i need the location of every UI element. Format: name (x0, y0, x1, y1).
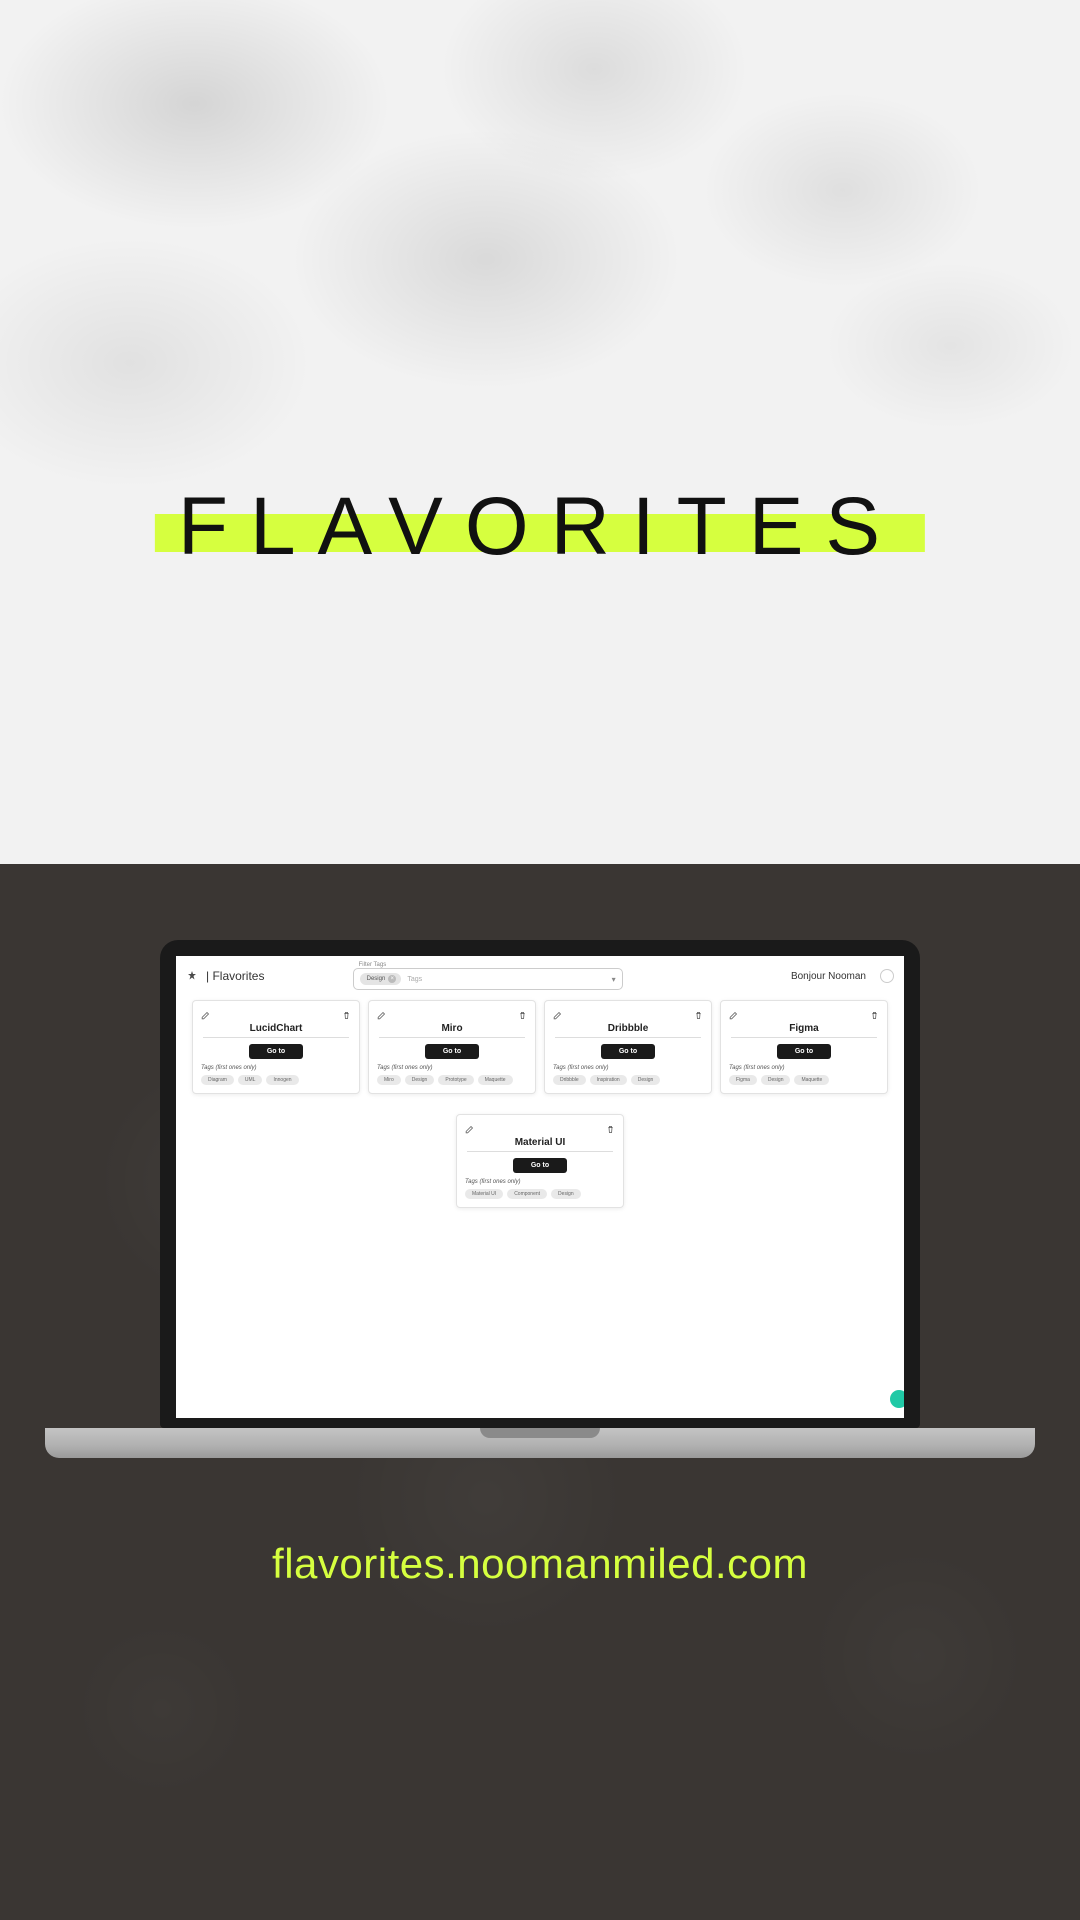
tag-row: Material UI Component Design (465, 1189, 615, 1199)
greeting-text: Bonjour Nooman (791, 971, 866, 982)
trash-icon[interactable] (870, 1007, 879, 1016)
tag[interactable]: Innogen (266, 1075, 298, 1085)
filter-chip[interactable]: Design × (360, 973, 402, 985)
edit-icon[interactable] (729, 1007, 738, 1016)
tags-label: Tags (first ones only) (553, 1065, 703, 1071)
avatar[interactable] (880, 969, 894, 983)
card-dribbble: Dribbble Go to Tags (first ones only) Dr… (544, 1000, 712, 1094)
hero-title: FLAVORITES (178, 480, 902, 574)
app-brand: | Flavorites (206, 969, 264, 983)
trash-icon[interactable] (342, 1007, 351, 1016)
tag[interactable]: UML (238, 1075, 263, 1085)
hero-title-wrap: FLAVORITES (178, 480, 902, 574)
tag-row: Figma Design Maquette (729, 1075, 879, 1085)
trash-icon[interactable] (606, 1121, 615, 1130)
trash-icon[interactable] (694, 1007, 703, 1016)
card-title: Figma (729, 1023, 879, 1034)
filter-placeholder: Tags (407, 976, 605, 983)
card-material-ui: Material UI Go to Tags (first ones only)… (456, 1114, 624, 1208)
filter-wrap: Filter Tags Design × Tags ▾ (353, 962, 623, 990)
tag-row: Miro Design Prototype Maquette (377, 1075, 527, 1085)
card-title: Material UI (465, 1137, 615, 1148)
filter-chip-label: Design (367, 976, 386, 982)
card-miro: Miro Go to Tags (first ones only) Miro D… (368, 1000, 536, 1094)
divider (379, 1037, 525, 1038)
trash-icon[interactable] (518, 1007, 527, 1016)
laptop-screen: | Flavorites Filter Tags Design × Tags ▾… (176, 956, 904, 1418)
go-to-button[interactable]: Go to (513, 1158, 567, 1173)
laptop-mockup: | Flavorites Filter Tags Design × Tags ▾… (45, 940, 1035, 1458)
tag[interactable]: Diagram (201, 1075, 234, 1085)
card-title: Miro (377, 1023, 527, 1034)
tags-label: Tags (first ones only) (377, 1065, 527, 1071)
go-to-button[interactable]: Go to (249, 1044, 303, 1059)
tag[interactable]: Maquette (794, 1075, 829, 1085)
edit-icon[interactable] (553, 1007, 562, 1016)
cards-row-2: Material UI Go to Tags (first ones only)… (182, 1114, 898, 1208)
edit-icon[interactable] (377, 1007, 386, 1016)
cards-area: LucidChart Go to Tags (first ones only) … (176, 992, 904, 1208)
go-to-button[interactable]: Go to (425, 1044, 479, 1059)
tag[interactable]: Component (507, 1189, 547, 1199)
tags-label: Tags (first ones only) (729, 1065, 879, 1071)
tag[interactable]: Inspiration (590, 1075, 627, 1085)
add-fab[interactable] (890, 1390, 904, 1408)
divider (731, 1037, 877, 1038)
close-icon[interactable]: × (388, 975, 396, 983)
card-title: LucidChart (201, 1023, 351, 1034)
divider (203, 1037, 349, 1038)
laptop-base (45, 1428, 1035, 1458)
tag[interactable]: Design (761, 1075, 791, 1085)
filter-input[interactable]: Design × Tags ▾ (353, 968, 623, 990)
tag[interactable]: Figma (729, 1075, 757, 1085)
tag[interactable]: Prototype (438, 1075, 473, 1085)
tag[interactable]: Maquette (478, 1075, 513, 1085)
footer-url: flavorites.noomanmiled.com (272, 1540, 808, 1588)
divider (555, 1037, 701, 1038)
tag[interactable]: Dribbble (553, 1075, 586, 1085)
laptop-screen-frame: | Flavorites Filter Tags Design × Tags ▾… (160, 940, 920, 1428)
chevron-down-icon[interactable]: ▾ (612, 975, 616, 984)
card-figma: Figma Go to Tags (first ones only) Figma… (720, 1000, 888, 1094)
divider (467, 1151, 613, 1152)
laptop-notch (480, 1428, 600, 1438)
card-lucidchart: LucidChart Go to Tags (first ones only) … (192, 1000, 360, 1094)
edit-icon[interactable] (201, 1007, 210, 1016)
tags-label: Tags (first ones only) (465, 1179, 615, 1185)
tag-row: Dribbble Inspiration Design (553, 1075, 703, 1085)
tag[interactable]: Design (631, 1075, 661, 1085)
tag[interactable]: Design (405, 1075, 435, 1085)
tag[interactable]: Material UI (465, 1189, 503, 1199)
tag[interactable]: Design (551, 1189, 581, 1199)
tag-row: Diagram UML Innogen (201, 1075, 351, 1085)
shadow-overlay (0, 0, 1080, 864)
app-logo-icon (186, 970, 198, 982)
tag[interactable]: Miro (377, 1075, 401, 1085)
go-to-button[interactable]: Go to (777, 1044, 831, 1059)
go-to-button[interactable]: Go to (601, 1044, 655, 1059)
card-title: Dribbble (553, 1023, 703, 1034)
app-header: | Flavorites Filter Tags Design × Tags ▾… (176, 956, 904, 992)
edit-icon[interactable] (465, 1121, 474, 1130)
tags-label: Tags (first ones only) (201, 1065, 351, 1071)
